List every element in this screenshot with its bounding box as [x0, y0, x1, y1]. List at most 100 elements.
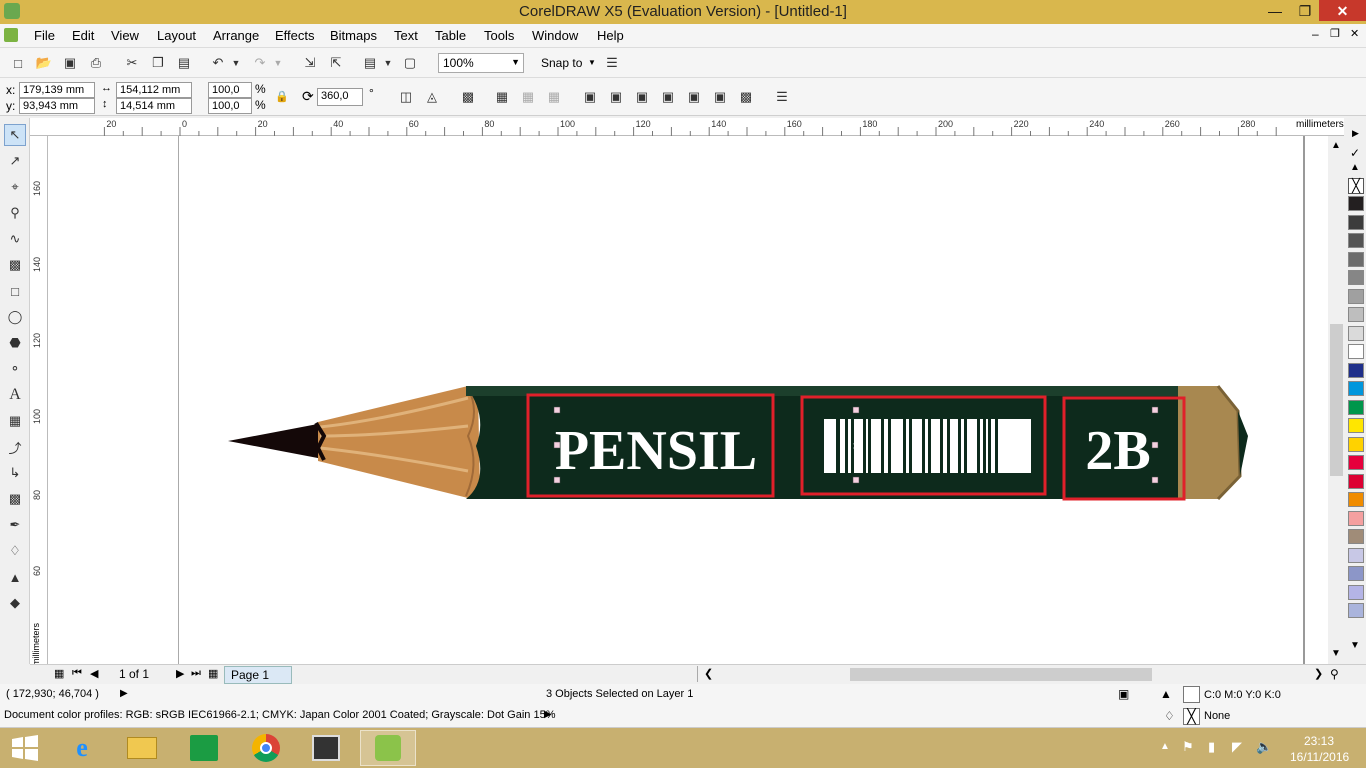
- pick-tool-icon[interactable]: ↖: [4, 124, 26, 146]
- simplify-icon[interactable]: ▣: [684, 87, 704, 107]
- combine-icon[interactable]: ▣: [580, 87, 600, 107]
- zoom-tool-icon[interactable]: ⚲: [4, 202, 26, 224]
- menu-view[interactable]: View: [111, 28, 139, 43]
- first-page-icon[interactable]: ⏮: [72, 667, 82, 680]
- intersect-icon[interactable]: ▣: [658, 87, 678, 107]
- grade-2b-text[interactable]: 2B: [1085, 420, 1150, 482]
- palette-options-icon[interactable]: ✓: [1350, 146, 1360, 160]
- color-swatch[interactable]: [1348, 492, 1364, 507]
- cut-icon[interactable]: ✂: [122, 53, 142, 73]
- launcher-dropdown-icon[interactable]: ▼: [382, 53, 394, 73]
- copy-icon[interactable]: ❐: [148, 53, 168, 73]
- media-app-icon[interactable]: [298, 730, 354, 766]
- color-swatch[interactable]: [1348, 418, 1364, 433]
- application-launcher-icon[interactable]: ▤: [360, 53, 380, 73]
- menu-layout[interactable]: Layout: [157, 28, 196, 43]
- outline-tool-icon[interactable]: ♢: [4, 540, 26, 562]
- pencil-drawing[interactable]: PENSIL 2B ×: [48, 136, 1328, 664]
- doc-close-button[interactable]: ✕: [1350, 27, 1359, 40]
- welcome-screen-icon[interactable]: ▢: [400, 53, 420, 73]
- scroll-thumb[interactable]: [1330, 324, 1343, 476]
- minimize-button[interactable]: —: [1260, 0, 1290, 22]
- horizontal-scroll-thumb[interactable]: [850, 668, 1152, 681]
- view-icon[interactable]: ▣: [1118, 687, 1129, 701]
- width-field[interactable]: 154,112 mm: [116, 82, 192, 98]
- print-icon[interactable]: ⎙: [86, 53, 106, 73]
- handle-top-right[interactable]: [1151, 406, 1159, 414]
- basic-shapes-tool-icon[interactable]: ⚬: [4, 358, 26, 380]
- mirror-horizontal-icon[interactable]: ◫: [396, 87, 416, 107]
- pencil-wood[interactable]: [318, 386, 480, 498]
- color-swatch[interactable]: [1348, 344, 1364, 359]
- color-swatch[interactable]: [1348, 510, 1364, 526]
- color-swatch[interactable]: [1348, 214, 1364, 230]
- text-tool-icon[interactable]: A: [4, 384, 26, 406]
- pensil-text[interactable]: PENSIL: [555, 420, 757, 482]
- restore-button[interactable]: ❐: [1290, 0, 1320, 22]
- next-page-icon[interactable]: ▶: [176, 667, 184, 680]
- y-position-field[interactable]: 93,943 mm: [19, 98, 95, 114]
- ellipse-tool-icon[interactable]: ◯: [4, 306, 26, 328]
- scroll-right-icon[interactable]: ❯: [1314, 667, 1323, 680]
- page-tab-1[interactable]: Page 1: [224, 666, 292, 684]
- lock-ratio-icon[interactable]: 🔒: [275, 90, 289, 103]
- menu-arrange[interactable]: Arrange: [213, 28, 259, 43]
- coreldraw-taskbar-icon[interactable]: [360, 730, 416, 766]
- scroll-down-icon[interactable]: ▼: [1331, 648, 1341, 659]
- color-swatch[interactable]: [1348, 325, 1364, 341]
- interactive-fill-tool-icon[interactable]: ◆: [4, 592, 26, 614]
- menu-edit[interactable]: Edit: [72, 28, 94, 43]
- chevron-down-icon[interactable]: ▼: [588, 58, 596, 67]
- battery-icon[interactable]: ▮: [1208, 739, 1215, 755]
- front-minus-back-icon[interactable]: ▣: [710, 87, 730, 107]
- doc-restore-button[interactable]: ❐: [1330, 27, 1340, 40]
- add-page-icon[interactable]: ▦: [54, 667, 64, 680]
- clock-date[interactable]: 16/11/2016: [1290, 750, 1349, 764]
- trim-icon[interactable]: ▣: [632, 87, 652, 107]
- color-swatch[interactable]: [1348, 436, 1364, 452]
- menu-window[interactable]: Window: [532, 28, 578, 43]
- color-swatch[interactable]: [1348, 381, 1364, 396]
- table-tool-icon[interactable]: ▦: [4, 410, 26, 432]
- export-icon[interactable]: ⇱: [326, 53, 346, 73]
- palette-scroll-up-icon[interactable]: ▲: [1350, 162, 1360, 173]
- menu-file[interactable]: File: [34, 28, 55, 43]
- scroll-left-icon[interactable]: ❮: [704, 667, 713, 680]
- close-button[interactable]: ✕: [1319, 0, 1366, 21]
- handle-mid-left[interactable]: [553, 441, 561, 449]
- handle-mid-right[interactable]: [1151, 441, 1159, 449]
- color-swatch[interactable]: [1348, 307, 1364, 322]
- shape-tool-icon[interactable]: ↗: [4, 150, 26, 172]
- palette-scroll-down-icon[interactable]: ▼: [1350, 640, 1360, 651]
- color-swatch[interactable]: [1348, 399, 1364, 415]
- file-explorer-icon[interactable]: [114, 730, 170, 766]
- color-swatch[interactable]: [1348, 251, 1364, 267]
- fill-color-swatch[interactable]: [1183, 686, 1200, 703]
- scale-y-field[interactable]: 100,0: [208, 98, 252, 114]
- polygon-tool-icon[interactable]: ⬣: [4, 332, 26, 354]
- fill-bucket-icon[interactable]: ▲: [1160, 687, 1172, 701]
- ungroup-icon[interactable]: ▦: [518, 87, 538, 107]
- back-minus-front-icon[interactable]: ▩: [736, 87, 756, 107]
- smart-fill-tool-icon[interactable]: ▩: [4, 254, 26, 276]
- weld-icon[interactable]: ▣: [606, 87, 626, 107]
- color-swatch[interactable]: [1348, 288, 1364, 304]
- import-icon[interactable]: ⇲: [300, 53, 320, 73]
- center-marker-icon[interactable]: ×: [852, 439, 859, 453]
- color-swatch[interactable]: [1348, 529, 1364, 544]
- open-folder-icon[interactable]: 📂: [34, 53, 54, 73]
- doc-minimize-button[interactable]: –: [1312, 27, 1319, 41]
- menu-text[interactable]: Text: [394, 28, 418, 43]
- align-icon[interactable]: ▦: [492, 87, 512, 107]
- new-document-icon[interactable]: □: [8, 53, 28, 73]
- start-button[interactable]: [0, 730, 50, 766]
- color-swatch[interactable]: [1348, 603, 1364, 618]
- menu-help[interactable]: Help: [597, 28, 624, 43]
- pen-outline-icon[interactable]: ♢: [1164, 709, 1175, 723]
- ungroup-all-icon[interactable]: ▦: [544, 87, 564, 107]
- connector-tool-icon[interactable]: ↳: [4, 462, 26, 484]
- menu-effects[interactable]: Effects: [275, 28, 315, 43]
- dimension-tool-icon[interactable]: ⤴: [4, 436, 26, 458]
- x-position-field[interactable]: 179,139 mm: [19, 82, 95, 98]
- paste-icon[interactable]: ▤: [174, 53, 194, 73]
